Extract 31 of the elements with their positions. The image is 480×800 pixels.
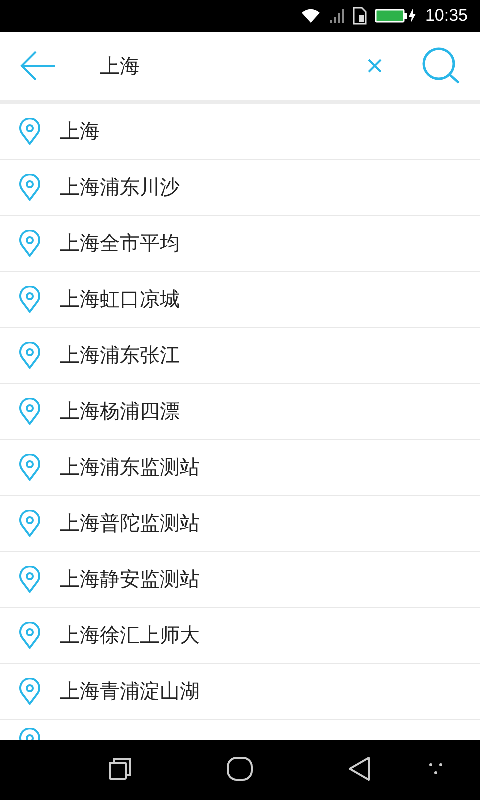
signal-icon [329, 8, 346, 24]
place-result-item[interactable]: 上海静安监测站 [0, 552, 480, 608]
place-result-item[interactable]: 上海徐汇上师大 [0, 608, 480, 664]
place-result-item[interactable]: 上海浦东川沙 [0, 160, 480, 216]
sim-card-icon [353, 7, 368, 25]
wifi-icon [301, 8, 322, 24]
location-pin-icon [19, 678, 41, 706]
place-result-item[interactable]: 上海虹口凉城 [0, 272, 480, 328]
location-pin-icon [19, 230, 41, 258]
location-pin-icon [19, 454, 41, 482]
place-result-item[interactable]: 上海 [0, 104, 480, 160]
location-pin-icon [19, 622, 41, 650]
location-pin-icon [19, 342, 41, 370]
location-pin-icon [19, 398, 41, 426]
back-nav-button[interactable] [348, 756, 372, 784]
location-pin-icon [19, 174, 41, 202]
place-result-item[interactable]: 上海浦东张江 [0, 328, 480, 384]
location-pin-icon [19, 286, 41, 314]
location-pin-icon [19, 510, 41, 538]
home-button[interactable] [227, 756, 253, 784]
place-result-item[interactable]: 上海全市平均 [0, 216, 480, 272]
status-time: 10:35 [425, 6, 468, 26]
place-result-item[interactable]: 上海杨浦四漂 [0, 384, 480, 440]
search-field[interactable]: 上海 [100, 50, 368, 82]
place-result-item[interactable]: 上海普陀监测站 [0, 496, 480, 552]
place-result-item[interactable]: 上海青浦淀山湖 [0, 664, 480, 720]
battery-charging-icon [375, 8, 418, 24]
location-pin-icon [19, 566, 41, 594]
more-button[interactable] [429, 762, 443, 778]
location-pin-icon [19, 118, 41, 146]
place-result-item[interactable]: 上海浦东监测站 [0, 440, 480, 496]
